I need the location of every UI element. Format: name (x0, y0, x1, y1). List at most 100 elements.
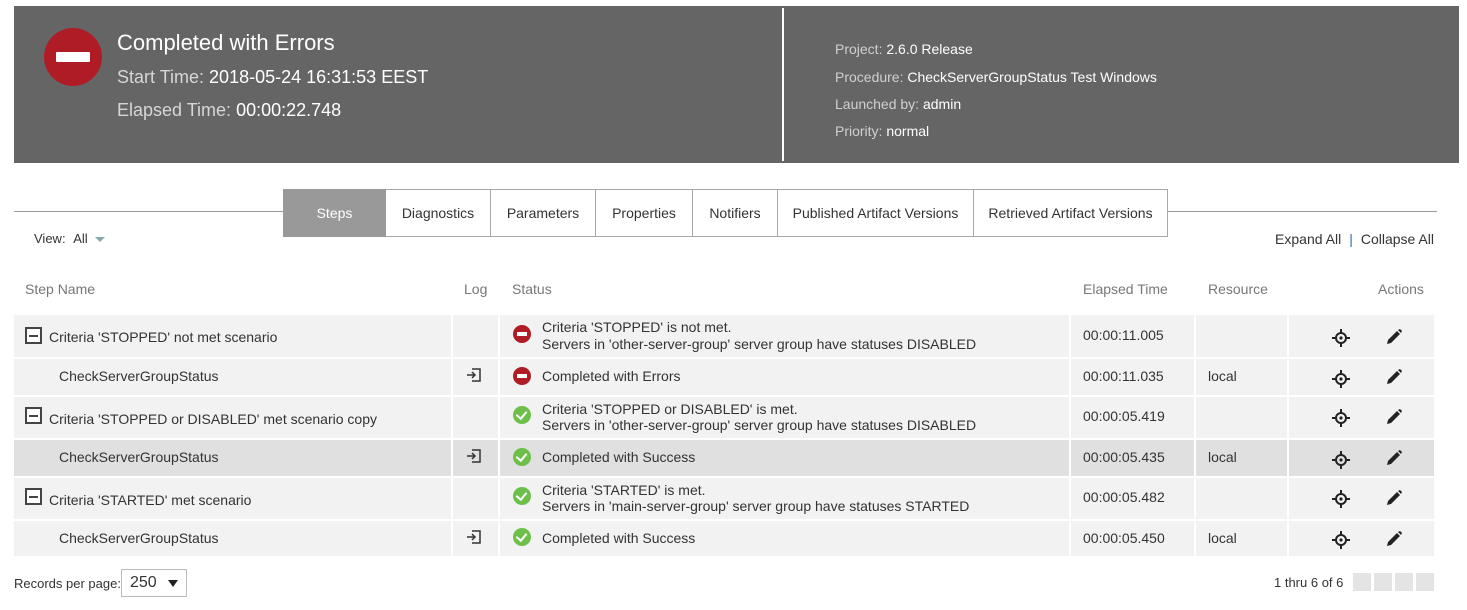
edit-pencil-icon[interactable] (1385, 489, 1403, 507)
step-name[interactable]: CheckServerGroupStatus (59, 368, 219, 384)
collapse-icon[interactable] (25, 488, 42, 505)
step-name[interactable]: Criteria 'STOPPED' not met scenario (49, 329, 277, 345)
priority-value: normal (886, 123, 930, 139)
collapse-all-link[interactable]: Collapse All (1361, 231, 1434, 247)
column-header-resource[interactable]: Resource (1208, 281, 1268, 297)
start-time-value: 2018-05-24 16:31:53 EEST (209, 67, 429, 87)
next-page-icon[interactable] (1395, 573, 1413, 591)
status-text: Criteria 'STARTED' is met. (542, 482, 706, 498)
priority-label: Priority: (835, 123, 883, 139)
prev-page-icon[interactable] (1374, 573, 1392, 591)
edit-pencil-icon[interactable] (1385, 449, 1403, 467)
resource[interactable]: local (1208, 449, 1237, 465)
tab-steps[interactable]: Steps (283, 189, 386, 237)
job-status-title: Completed with Errors (117, 30, 335, 55)
tab-properties[interactable]: Properties (596, 189, 693, 237)
crosshair-icon[interactable] (1332, 409, 1350, 427)
launched-value: admin (922, 96, 962, 112)
elapsed-time: 00:00:05.482 (1083, 489, 1165, 505)
step-name[interactable]: Criteria 'STOPPED or DISABLED' met scena… (49, 411, 377, 427)
elapsed-time: Elapsed Time: 00:00:22.748 (117, 100, 341, 121)
header-divider (782, 8, 784, 161)
chevron-down-icon[interactable] (95, 237, 106, 243)
records-per-page-value: 250 (130, 574, 157, 591)
project-label: Project: (835, 41, 883, 57)
step-name[interactable]: CheckServerGroupStatus (59, 530, 219, 546)
elapsed-time: 00:00:05.419 (1083, 408, 1165, 424)
last-page-icon[interactable] (1416, 573, 1434, 591)
column-header-step-name[interactable]: Step Name (25, 281, 95, 297)
edit-pencil-icon[interactable] (1385, 368, 1403, 386)
crosshair-icon[interactable] (1332, 490, 1350, 508)
status-detail: Servers in 'other-server-group' server g… (542, 417, 977, 433)
success-status-icon (513, 528, 531, 546)
table-row[interactable]: Criteria 'STOPPED or DISABLED' met scena… (14, 397, 1434, 438)
tab-parameters[interactable]: Parameters (491, 189, 596, 237)
tab-diagnostics[interactable]: Diagnostics (386, 189, 491, 237)
records-per-page-label: Records per page: (14, 576, 121, 591)
edit-pencil-icon[interactable] (1385, 530, 1403, 548)
status-text: Criteria 'STOPPED or DISABLED' is met. (542, 401, 798, 417)
status-text: Completed with Success (542, 530, 696, 546)
error-status-icon (44, 28, 102, 86)
collapse-icon[interactable] (25, 327, 42, 344)
project-info: Project: 2.6.0 Release (835, 41, 973, 57)
log-file-icon[interactable] (466, 367, 482, 383)
view-value[interactable]: All (73, 231, 87, 246)
status-text: Criteria 'STOPPED' is not met. (542, 319, 732, 335)
table-row[interactable]: Criteria 'STOPPED' not met scenario Crit… (14, 315, 1434, 357)
table-row[interactable]: CheckServerGroupStatus Completed with Su… (14, 440, 1434, 476)
edit-pencil-icon[interactable] (1385, 408, 1403, 426)
elapsed-time: 00:00:11.035 (1083, 368, 1164, 384)
tab-bar: Steps Diagnostics Parameters Properties … (283, 189, 1168, 237)
crosshair-icon[interactable] (1332, 370, 1350, 388)
elapsed-time-label: Elapsed Time: (117, 100, 232, 120)
elapsed-time-value: 00:00:22.748 (236, 100, 342, 120)
resource[interactable]: local (1208, 368, 1237, 384)
tab-published-artifact-versions[interactable]: Published Artifact Versions (778, 189, 974, 237)
project-value[interactable]: 2.6.0 Release (886, 41, 972, 57)
launched-label: Launched by: (835, 96, 920, 112)
status-text: Completed with Success (542, 449, 696, 465)
priority-info: Priority: normal (835, 123, 929, 139)
procedure-value[interactable]: CheckServerGroupStatus Test Windows (907, 69, 1157, 85)
pagination-info: 1 thru 6 of 6 (1274, 575, 1344, 590)
expand-collapse-controls: Expand All | Collapse All (1275, 231, 1434, 247)
step-name[interactable]: CheckServerGroupStatus (59, 449, 219, 465)
step-name[interactable]: Criteria 'STARTED' met scenario (49, 492, 251, 508)
start-time-label: Start Time: (117, 67, 205, 87)
table-row[interactable]: Criteria 'STARTED' met scenario Criteria… (14, 478, 1434, 519)
tab-notifiers[interactable]: Notifiers (693, 189, 778, 237)
crosshair-icon[interactable] (1332, 451, 1350, 469)
error-status-icon (513, 367, 531, 385)
edit-pencil-icon[interactable] (1385, 328, 1403, 346)
expand-all-link[interactable]: Expand All (1275, 231, 1341, 247)
log-file-icon[interactable] (466, 529, 482, 545)
crosshair-icon[interactable] (1332, 531, 1350, 549)
table-row[interactable]: CheckServerGroupStatus Completed with Su… (14, 521, 1434, 556)
status-detail: Servers in 'main-server-group' server gr… (542, 498, 970, 514)
resource[interactable]: local (1208, 530, 1237, 546)
elapsed-time: 00:00:11.005 (1083, 327, 1164, 343)
column-header-log: Log (464, 281, 488, 297)
table-row[interactable]: CheckServerGroupStatus Completed with Er… (14, 359, 1434, 395)
dropdown-arrow-icon (168, 580, 178, 587)
column-header-actions: Actions (1378, 281, 1424, 297)
elapsed-time: 00:00:05.435 (1083, 449, 1165, 465)
procedure-info: Procedure: CheckServerGroupStatus Test W… (835, 69, 1157, 85)
collapse-icon[interactable] (25, 407, 42, 424)
error-status-icon (513, 325, 531, 343)
job-summary-header: Completed with Errors Start Time: 2018-0… (14, 6, 1459, 163)
log-file-icon[interactable] (466, 448, 482, 464)
column-header-elapsed-time[interactable]: Elapsed Time (1083, 281, 1168, 297)
column-header-status[interactable]: Status (512, 281, 552, 297)
procedure-label: Procedure: (835, 69, 904, 85)
records-per-page-select[interactable]: 250 (121, 569, 187, 597)
view-filter[interactable]: View: All (34, 231, 106, 246)
success-status-icon (513, 448, 531, 466)
success-status-icon (513, 487, 531, 505)
start-time: Start Time: 2018-05-24 16:31:53 EEST (117, 67, 428, 88)
crosshair-icon[interactable] (1332, 329, 1350, 347)
tab-retrieved-artifact-versions[interactable]: Retrieved Artifact Versions (974, 189, 1168, 237)
first-page-icon[interactable] (1353, 573, 1371, 591)
